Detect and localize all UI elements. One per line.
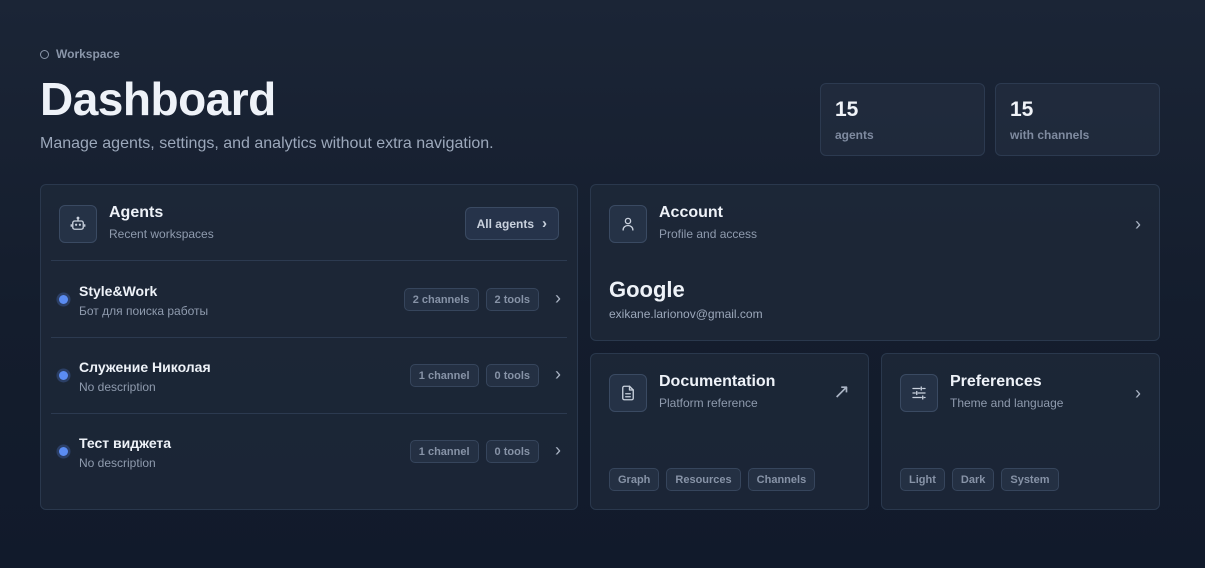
agent-tags: 2 channels 2 tools: [403, 288, 539, 311]
documentation-title: Documentation: [659, 373, 776, 390]
chip-graph[interactable]: Graph: [609, 468, 660, 491]
status-dot: [59, 295, 68, 304]
page-title: Dashboard: [40, 73, 276, 125]
account-email: exikane.larionov@gmail.com: [609, 307, 763, 321]
channels-tag: 2 channels: [403, 288, 479, 311]
stat-value: 15: [835, 98, 859, 121]
dashboard-page: Workspace Dashboard Manage agents, setti…: [40, 0, 1160, 568]
agents-subtitle: Recent workspaces: [109, 227, 214, 241]
stat-value: 15: [1010, 98, 1034, 121]
tools-tag: 0 tools: [485, 364, 539, 387]
stat-agents: 15 agents: [820, 83, 985, 156]
document-icon: [609, 374, 647, 412]
all-agents-label: All agents: [476, 216, 534, 231]
agents-card: Agents Recent workspaces All agents › St…: [40, 184, 578, 510]
agent-row[interactable]: Тест виджета No description 1 channel 0 …: [51, 413, 569, 489]
tools-tag: 2 tools: [485, 288, 539, 311]
account-subtitle: Profile and access: [659, 227, 758, 241]
chip-system[interactable]: System: [1001, 468, 1059, 491]
account-card[interactable]: Account Profile and access › Google exik…: [590, 184, 1160, 341]
agent-tags: 1 channel 0 tools: [409, 440, 539, 463]
preferences-subtitle: Theme and language: [950, 396, 1064, 410]
account-provider: Google: [609, 277, 685, 302]
agent-name: Служение Николая: [79, 359, 211, 375]
page-subtitle: Manage agents, settings, and analytics w…: [40, 135, 494, 152]
agent-name: Style&Work: [79, 283, 158, 299]
chip-dark[interactable]: Dark: [951, 468, 995, 491]
chevron-right-icon: ›: [555, 440, 561, 460]
agent-tags: 1 channel 0 tools: [409, 364, 539, 387]
stat-label: agents: [835, 128, 874, 142]
channels-tag: 1 channel: [409, 364, 479, 387]
user-icon: [609, 205, 647, 243]
agent-description: No description: [79, 456, 156, 470]
agent-row[interactable]: Style&Work Бот для поиска работы 2 chann…: [51, 261, 569, 337]
chip-light[interactable]: Light: [900, 468, 945, 491]
chip-resources[interactable]: Resources: [666, 468, 741, 491]
documentation-chips: Graph Resources Channels: [609, 468, 816, 491]
stat-label: with channels: [1010, 128, 1090, 142]
chevron-right-icon: ›: [1135, 383, 1141, 403]
documentation-subtitle: Platform reference: [659, 396, 758, 410]
sliders-icon: [900, 374, 938, 412]
status-dot: [59, 371, 68, 380]
chip-channels[interactable]: Channels: [747, 468, 816, 491]
account-title: Account: [659, 204, 723, 221]
agent-description: Бот для поиска работы: [79, 304, 209, 318]
agent-row[interactable]: Служение Николая No description 1 channe…: [51, 337, 569, 413]
preferences-card[interactable]: Preferences Theme and language › Light D…: [881, 353, 1160, 510]
stats-group: 15 agents 15 with channels: [820, 83, 1160, 156]
chevron-right-icon: ›: [542, 215, 547, 232]
external-link-icon[interactable]: ↗: [833, 382, 850, 402]
eyebrow-label: Workspace: [56, 47, 120, 61]
preferences-title: Preferences: [950, 373, 1042, 390]
theme-chips: Light Dark System: [900, 468, 1059, 491]
tools-tag: 0 tools: [485, 440, 539, 463]
documentation-card[interactable]: Documentation Platform reference ↗ Graph…: [590, 353, 869, 510]
agents-title: Agents: [109, 204, 164, 221]
all-agents-button[interactable]: All agents ›: [464, 207, 559, 240]
agent-name: Тест виджета: [79, 435, 172, 451]
chevron-right-icon: ›: [1135, 214, 1141, 234]
bot-icon: [59, 205, 97, 243]
status-dot: [59, 447, 68, 456]
agent-description: No description: [79, 380, 156, 394]
chevron-right-icon: ›: [555, 364, 561, 384]
circle-icon: [40, 49, 49, 59]
workspace-eyebrow: Workspace: [40, 47, 120, 61]
chevron-right-icon: ›: [555, 288, 561, 308]
stat-with-channels: 15 with channels: [995, 83, 1160, 156]
channels-tag: 1 channel: [409, 440, 479, 463]
